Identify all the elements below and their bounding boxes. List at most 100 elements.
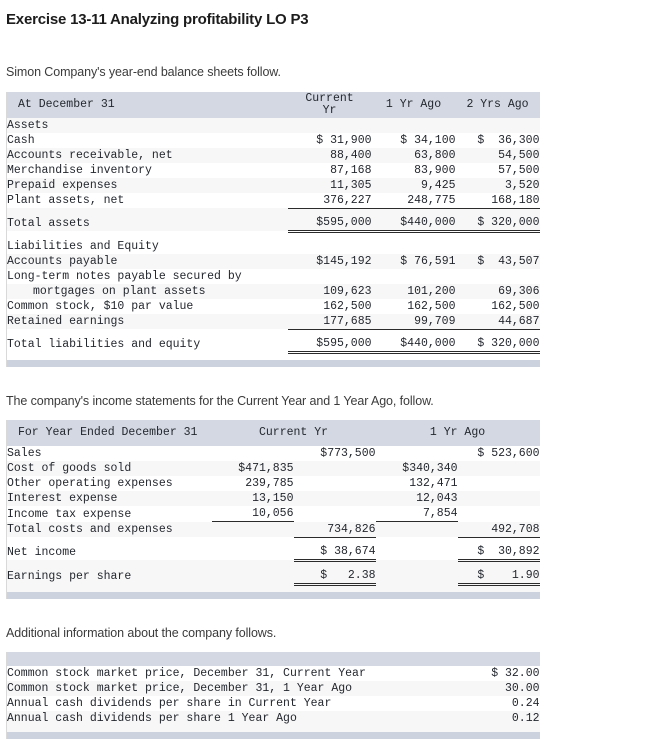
bs-cell: 109,623	[323, 284, 372, 298]
income-statement-header-row: For Year Ended December 31 Current Yr 1 …	[6, 420, 540, 446]
balance-sheet-footer-bar	[6, 359, 540, 367]
is-cell-pri-main: $ 30,892	[457, 543, 540, 562]
table-row: Cash $ 31,900 $ 34,100 $ 36,300	[6, 132, 540, 148]
is-cell-pri-main	[458, 476, 540, 491]
table-row-total: Earnings per share $ 2.38 $ 1.90	[6, 567, 540, 586]
is-cell-cur-sub	[212, 522, 294, 538]
is-cell-cur-main	[294, 506, 376, 522]
bs-cell: 9,425	[420, 178, 456, 192]
spacer-row	[6, 352, 540, 360]
bs-header-1yr-ago: 1 Yr Ago	[371, 91, 456, 118]
ai-row-label: Annual cash dividends per share 1 Year A…	[7, 712, 297, 725]
bs-row-label: Cash	[7, 133, 35, 147]
empty-cell	[456, 239, 540, 254]
bs-cell: 44,687	[455, 313, 540, 330]
is-cell-pri-main	[458, 491, 540, 506]
is-row-label: Interest expense	[7, 492, 118, 505]
bs-cell: $ 34,100	[400, 133, 456, 147]
bs-total-cell: $440,000	[371, 214, 456, 233]
additional-info-footer-bar	[6, 732, 540, 739]
bs-cell: 248,775	[371, 192, 456, 209]
empty-cell	[288, 118, 372, 133]
is-cell-cur-main	[294, 461, 376, 476]
is-cell-cur-main	[294, 476, 376, 491]
is-row-label: Net income	[7, 546, 77, 559]
balance-sheet-table: At December 31 Current Yr 1 Yr Ago 2 Yrs …	[6, 91, 540, 367]
exercise-page: Exercise 13-11 Analyzing profitability L…	[0, 11, 665, 739]
is-cell-cur-sub: 239,785	[245, 477, 294, 490]
table-row-total: Net income $ 38,674 $ 30,892	[6, 543, 540, 562]
is-header-current-yr: Current Yr	[211, 420, 376, 446]
is-cell-cur-sub: $471,835	[238, 462, 294, 475]
bs-header-2yrs-ago: 2 Yrs Ago	[455, 91, 540, 118]
bs-total-cell: $595,000	[287, 214, 372, 233]
table-row: Annual cash dividends per share 1 Year A…	[6, 711, 540, 726]
table-row: Common stock market price, December 31, …	[6, 666, 540, 681]
empty-cell	[288, 239, 372, 254]
bs-cell	[456, 269, 540, 284]
intro-additional-info: Additional information about the company…	[6, 625, 277, 640]
bs-cell: $ 43,507	[477, 254, 540, 268]
page-title: Exercise 13-11 Analyzing profitability L…	[6, 11, 309, 28]
bs-cell: 63,800	[414, 148, 456, 162]
is-cell-pri-main: $ 523,600	[477, 447, 540, 460]
ai-row-value: 0.24	[511, 697, 540, 710]
income-statement-footer-bar	[6, 591, 540, 599]
table-row-total: Total assets $595,000 $440,000 $ 320,000	[6, 214, 540, 233]
is-cell-cur-main	[294, 491, 376, 506]
bs-cell: $ 36,300	[477, 133, 540, 147]
bs-cell: 168,180	[455, 192, 540, 209]
table-row: Plant assets, net 376,227 248,775 168,18…	[6, 192, 540, 209]
is-row-label: Sales	[7, 447, 42, 460]
is-cell-cur-sub	[212, 544, 294, 561]
is-cell-cur-main: $ 38,674	[293, 543, 376, 562]
table-row-total: Total costs and expenses 734,826 492,708	[6, 521, 540, 538]
balance-sheet-header-row: At December 31 Current Yr 1 Yr Ago 2 Yrs …	[6, 91, 540, 118]
bs-cell: 87,168	[330, 163, 372, 177]
table-row: Retained earnings 177,685 99,709 44,687	[6, 313, 540, 330]
balance-sheet-table-wrap: At December 31 Current Yr 1 Yr Ago 2 Yrs …	[0, 91, 665, 367]
is-cell-pri-sub: 12,043	[416, 492, 458, 505]
is-cell-cur-main: 734,826	[293, 521, 376, 538]
bs-cell: 99,709	[371, 313, 456, 330]
is-cell-pri-main	[458, 506, 540, 522]
is-cell-pri-sub	[376, 522, 458, 538]
additional-info-table-wrap: Common stock market price, December 31, …	[0, 652, 665, 739]
table-row: Long-term notes payable secured by	[6, 268, 540, 284]
is-cell-cur-sub	[212, 446, 294, 461]
bs-row-label: Common stock, $10 par value	[7, 299, 194, 313]
bs-row-label: Retained earnings	[7, 315, 125, 328]
is-header-label: For Year Ended December 31	[6, 420, 212, 446]
is-row-label: Income tax expense	[7, 507, 132, 521]
table-row: Prepaid expenses 11,305 9,425 3,520	[6, 177, 540, 193]
spacer-row	[6, 584, 540, 592]
is-cell-cur-main: $773,500	[320, 447, 376, 460]
bs-cell: 57,500	[498, 163, 540, 177]
bs-cell: 69,306	[498, 284, 540, 298]
is-row-label: Other operating expenses	[7, 477, 173, 490]
empty-cell	[372, 118, 456, 133]
bs-section-heading-assets: Assets	[7, 118, 49, 132]
bs-total-cell: $595,000	[287, 335, 372, 354]
bs-cell	[288, 269, 372, 284]
bs-cell: 83,900	[414, 163, 456, 177]
is-cell-pri-main: 492,708	[457, 521, 540, 538]
bs-row-label: mortgages on plant assets	[33, 284, 206, 298]
bs-cell: $ 76,591	[400, 254, 456, 268]
table-row: Merchandise inventory 87,168 83,900 57,5…	[6, 162, 540, 178]
ai-row-value: 0.12	[511, 712, 540, 725]
bs-row-label: Merchandise inventory	[7, 163, 152, 177]
is-cell-pri-sub	[376, 544, 458, 561]
ai-row-value: $ 32.00	[491, 667, 540, 680]
is-cell-cur-sub	[212, 568, 294, 585]
bs-total-cell: $ 320,000	[455, 214, 540, 233]
bs-section-heading-liabilities: Liabilities and Equity	[7, 239, 159, 253]
bs-cell: 177,685	[287, 313, 372, 330]
table-row: Accounts payable $145,192 $ 76,591 $ 43,…	[6, 253, 540, 269]
is-row-label: Earnings per share	[7, 570, 132, 583]
is-cell-pri-sub: $340,340	[402, 462, 458, 475]
bs-row-label: Prepaid expenses	[7, 178, 118, 192]
table-row: Income tax expense 10,056 7,854	[6, 506, 540, 522]
bs-total-label: Total assets	[7, 217, 90, 230]
bs-header-current-yr: Current Yr	[287, 91, 372, 118]
